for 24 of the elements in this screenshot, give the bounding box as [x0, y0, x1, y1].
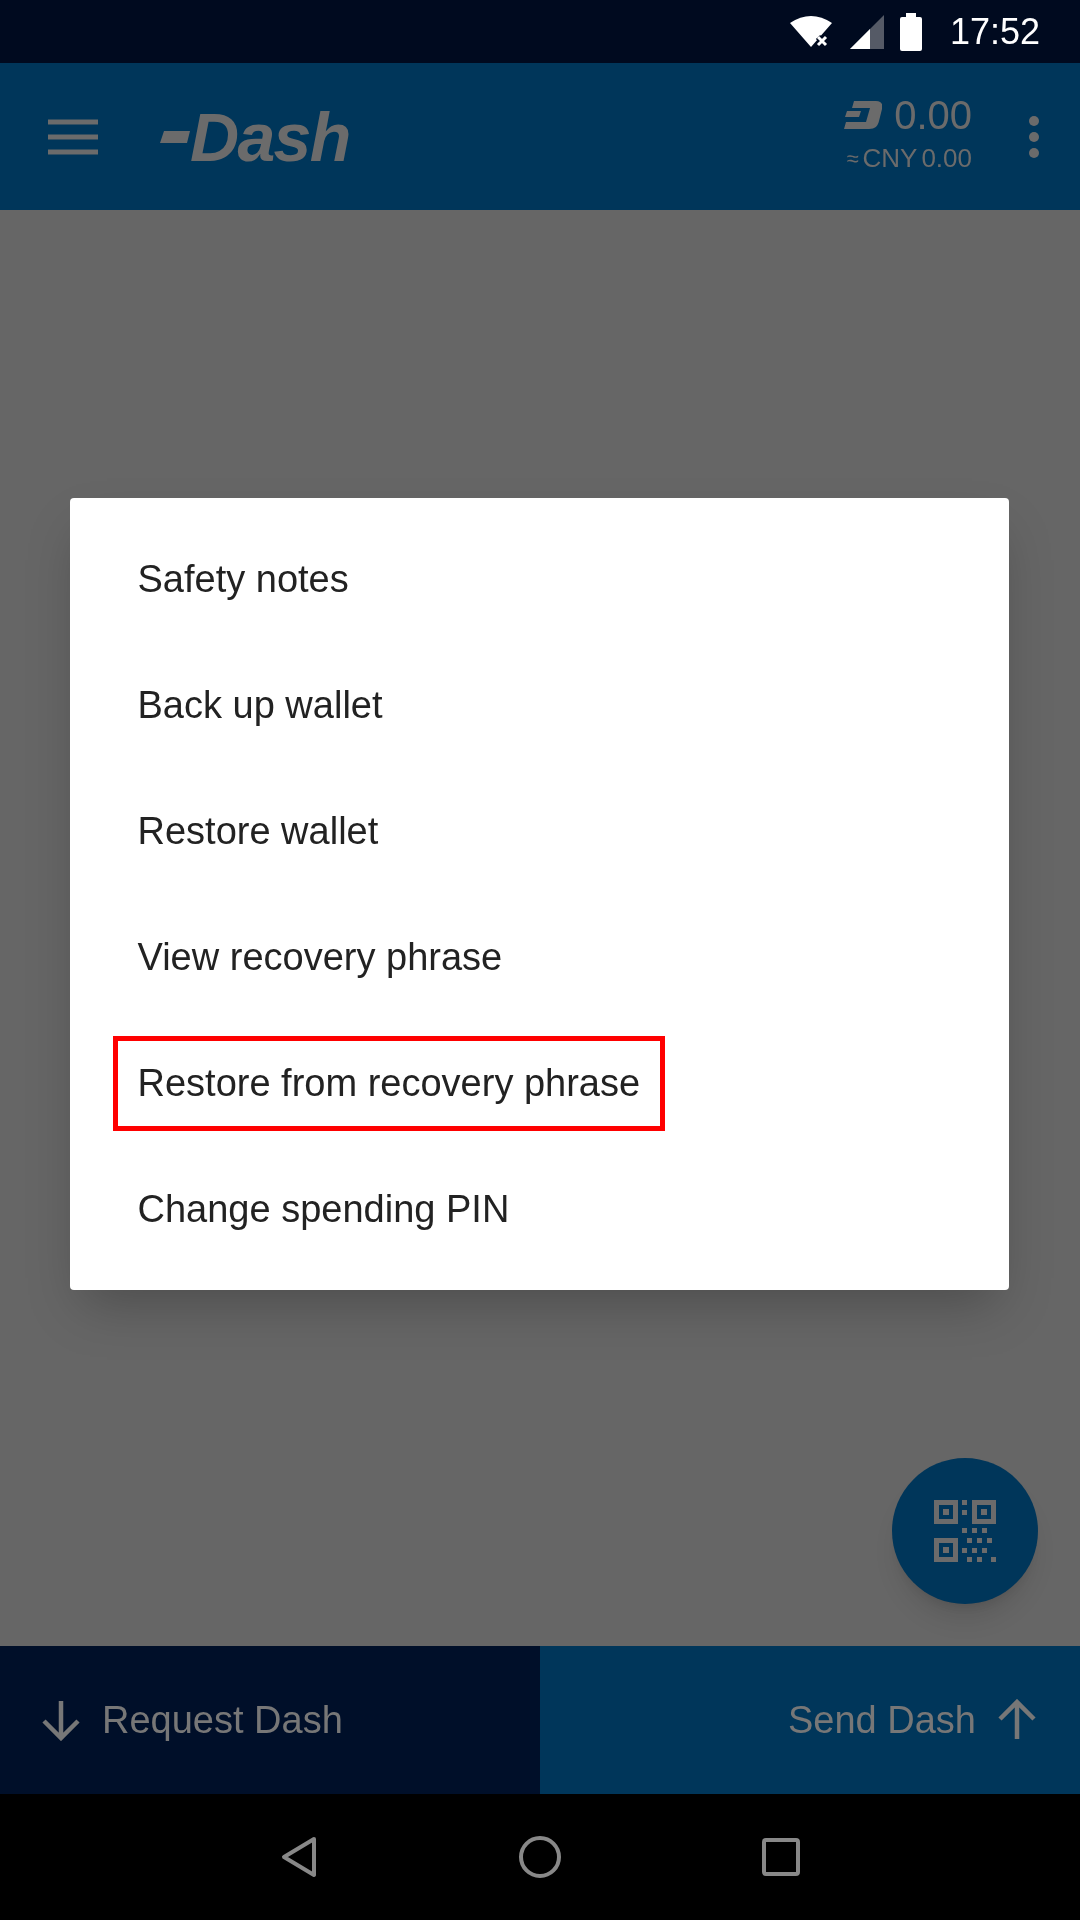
menu-item[interactable]: Restore from recovery phrase [112, 1035, 666, 1131]
approx-sign: ≈ [846, 145, 859, 173]
qr-code-icon [934, 1500, 996, 1562]
signal-icon [849, 14, 884, 49]
home-icon[interactable] [518, 1835, 562, 1879]
arrow-down-icon [40, 1699, 82, 1741]
recents-icon[interactable] [762, 1838, 800, 1876]
balance-amount: 0.00 [894, 95, 972, 135]
dash-currency-icon [844, 101, 883, 129]
battery-icon [899, 12, 922, 51]
arrow-up-icon [996, 1699, 1038, 1741]
fiat-currency: CNY [862, 142, 918, 175]
menu-item[interactable]: View recovery phrase [112, 909, 528, 1005]
menu-item[interactable]: Back up wallet [112, 657, 408, 753]
menu-item[interactable]: Change spending PIN [112, 1161, 535, 1257]
menu-item[interactable]: Restore wallet [112, 783, 404, 879]
wifi-off-icon [787, 14, 834, 49]
menu-item[interactable]: Safety notes [112, 531, 374, 627]
back-icon[interactable] [280, 1836, 318, 1878]
dash-bar-icon [160, 130, 190, 143]
fiat-amount: 0.00 [921, 142, 972, 175]
app-logo: Dash [190, 97, 350, 177]
status-time: 17:52 [949, 9, 1040, 54]
request-button[interactable]: Request Dash [0, 1646, 540, 1794]
